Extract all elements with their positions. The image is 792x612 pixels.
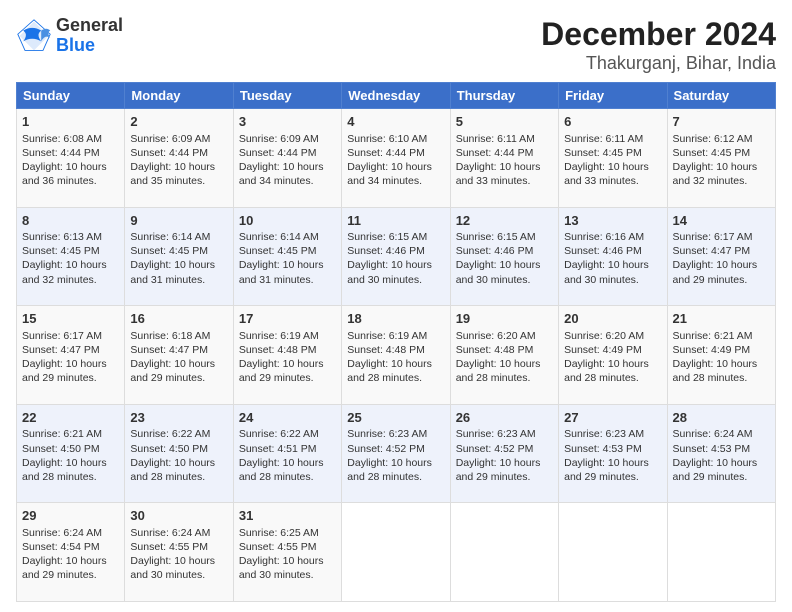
day-25: 25 Sunrise: 6:23 AM Sunset: 4:52 PM Dayl… [342,404,450,503]
logo-text: General Blue [56,16,123,56]
day-22: 22 Sunrise: 6:21 AM Sunset: 4:50 PM Dayl… [17,404,125,503]
day-20: 20 Sunrise: 6:20 AM Sunset: 4:49 PM Dayl… [559,306,667,405]
day-23: 23 Sunrise: 6:22 AM Sunset: 4:50 PM Dayl… [125,404,233,503]
empty-cell-4 [667,503,775,602]
page: General Blue December 2024 Thakurganj, B… [0,0,792,612]
day-17: 17 Sunrise: 6:19 AM Sunset: 4:48 PM Dayl… [233,306,341,405]
day-6: 6 Sunrise: 6:11 AM Sunset: 4:45 PM Dayli… [559,109,667,208]
day-19: 19 Sunrise: 6:20 AM Sunset: 4:48 PM Dayl… [450,306,558,405]
empty-cell-1 [342,503,450,602]
empty-cell-2 [450,503,558,602]
col-saturday: Saturday [667,83,775,109]
day-28: 28 Sunrise: 6:24 AM Sunset: 4:53 PM Dayl… [667,404,775,503]
week-2: 8 Sunrise: 6:13 AM Sunset: 4:45 PM Dayli… [17,207,776,306]
day-26: 26 Sunrise: 6:23 AM Sunset: 4:52 PM Dayl… [450,404,558,503]
col-thursday: Thursday [450,83,558,109]
week-4: 22 Sunrise: 6:21 AM Sunset: 4:50 PM Dayl… [17,404,776,503]
day-18: 18 Sunrise: 6:19 AM Sunset: 4:48 PM Dayl… [342,306,450,405]
day-11: 11 Sunrise: 6:15 AM Sunset: 4:46 PM Dayl… [342,207,450,306]
day-2: 2 Sunrise: 6:09 AM Sunset: 4:44 PM Dayli… [125,109,233,208]
day-30: 30 Sunrise: 6:24 AM Sunset: 4:55 PM Dayl… [125,503,233,602]
calendar-title: December 2024 [541,16,776,53]
col-friday: Friday [559,83,667,109]
day-5: 5 Sunrise: 6:11 AM Sunset: 4:44 PM Dayli… [450,109,558,208]
logo-icon [16,18,52,54]
day-21: 21 Sunrise: 6:21 AM Sunset: 4:49 PM Dayl… [667,306,775,405]
col-wednesday: Wednesday [342,83,450,109]
day-1: 1 Sunrise: 6:08 AM Sunset: 4:44 PM Dayli… [17,109,125,208]
title-block: December 2024 Thakurganj, Bihar, India [541,16,776,74]
day-13: 13 Sunrise: 6:16 AM Sunset: 4:46 PM Dayl… [559,207,667,306]
day-4: 4 Sunrise: 6:10 AM Sunset: 4:44 PM Dayli… [342,109,450,208]
week-5: 29 Sunrise: 6:24 AM Sunset: 4:54 PM Dayl… [17,503,776,602]
day-15: 15 Sunrise: 6:17 AM Sunset: 4:47 PM Dayl… [17,306,125,405]
day-24: 24 Sunrise: 6:22 AM Sunset: 4:51 PM Dayl… [233,404,341,503]
empty-cell-3 [559,503,667,602]
col-sunday: Sunday [17,83,125,109]
day-3: 3 Sunrise: 6:09 AM Sunset: 4:44 PM Dayli… [233,109,341,208]
day-31: 31 Sunrise: 6:25 AM Sunset: 4:55 PM Dayl… [233,503,341,602]
day-14: 14 Sunrise: 6:17 AM Sunset: 4:47 PM Dayl… [667,207,775,306]
day-8: 8 Sunrise: 6:13 AM Sunset: 4:45 PM Dayli… [17,207,125,306]
logo-blue: Blue [56,36,123,56]
day-16: 16 Sunrise: 6:18 AM Sunset: 4:47 PM Dayl… [125,306,233,405]
logo: General Blue [16,16,123,56]
day-7: 7 Sunrise: 6:12 AM Sunset: 4:45 PM Dayli… [667,109,775,208]
week-3: 15 Sunrise: 6:17 AM Sunset: 4:47 PM Dayl… [17,306,776,405]
header: General Blue December 2024 Thakurganj, B… [16,16,776,74]
header-row: Sunday Monday Tuesday Wednesday Thursday… [17,83,776,109]
day-9: 9 Sunrise: 6:14 AM Sunset: 4:45 PM Dayli… [125,207,233,306]
week-1: 1 Sunrise: 6:08 AM Sunset: 4:44 PM Dayli… [17,109,776,208]
col-monday: Monday [125,83,233,109]
calendar-table: Sunday Monday Tuesday Wednesday Thursday… [16,82,776,602]
col-tuesday: Tuesday [233,83,341,109]
day-27: 27 Sunrise: 6:23 AM Sunset: 4:53 PM Dayl… [559,404,667,503]
calendar-subtitle: Thakurganj, Bihar, India [541,53,776,74]
logo-general: General [56,16,123,36]
day-29: 29 Sunrise: 6:24 AM Sunset: 4:54 PM Dayl… [17,503,125,602]
day-12: 12 Sunrise: 6:15 AM Sunset: 4:46 PM Dayl… [450,207,558,306]
day-10: 10 Sunrise: 6:14 AM Sunset: 4:45 PM Dayl… [233,207,341,306]
